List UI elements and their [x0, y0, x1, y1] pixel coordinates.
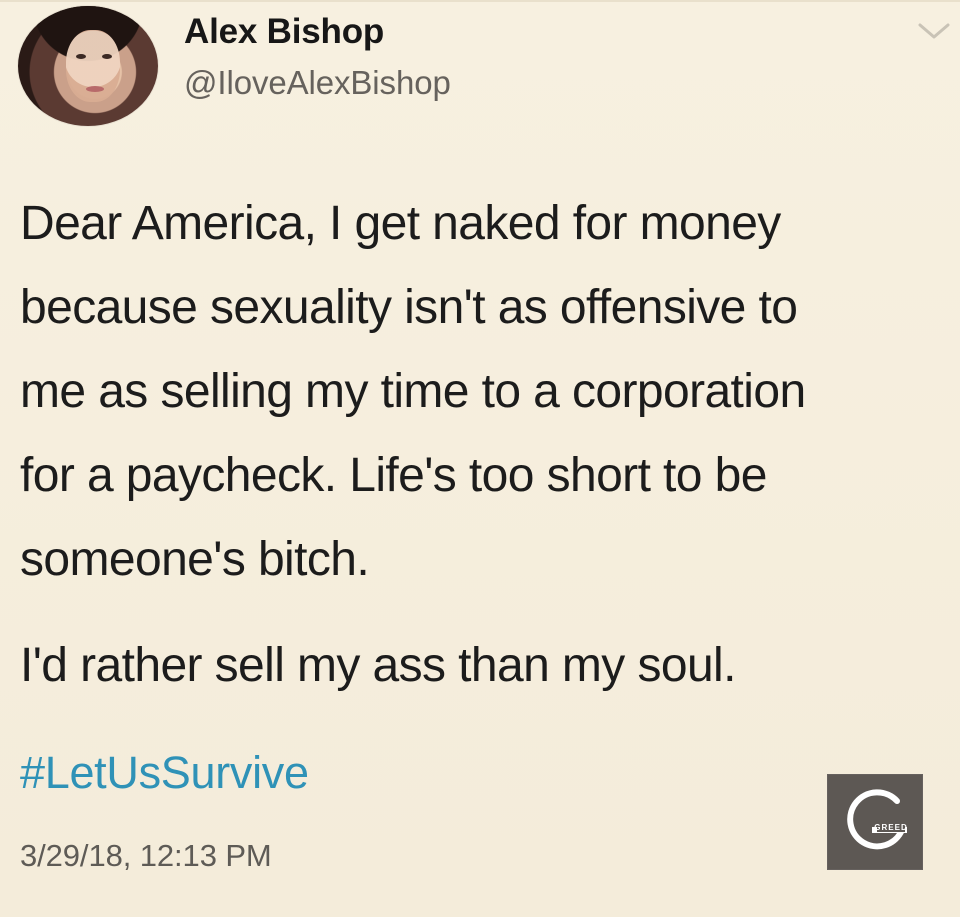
tweet-text: Dear America, I get naked for money beca…	[20, 197, 806, 586]
hashtag-link[interactable]: #LetUsSurvive	[20, 733, 309, 813]
tweet-card: Alex Bishop @IloveAlexBishop Dear Americ…	[0, 0, 960, 917]
chevron-down-icon[interactable]	[918, 22, 950, 42]
greed-logo-svg: GREED	[847, 789, 907, 850]
avatar[interactable]	[18, 6, 158, 126]
tweet-timestamp[interactable]: 3/29/18, 12:13 PM	[20, 838, 272, 874]
logo-text: GREED	[874, 823, 907, 832]
top-divider	[0, 0, 960, 2]
display-name[interactable]: Alex Bishop	[184, 12, 384, 52]
avatar-lips	[86, 86, 104, 92]
greed-logo-icon: GREED	[827, 774, 923, 870]
tweet-text-second-paragraph: I'd rather sell my ass than my soul.	[20, 639, 736, 692]
avatar-right-eye	[102, 54, 112, 59]
avatar-left-eye	[76, 54, 86, 59]
user-handle[interactable]: @IloveAlexBishop	[184, 64, 451, 102]
